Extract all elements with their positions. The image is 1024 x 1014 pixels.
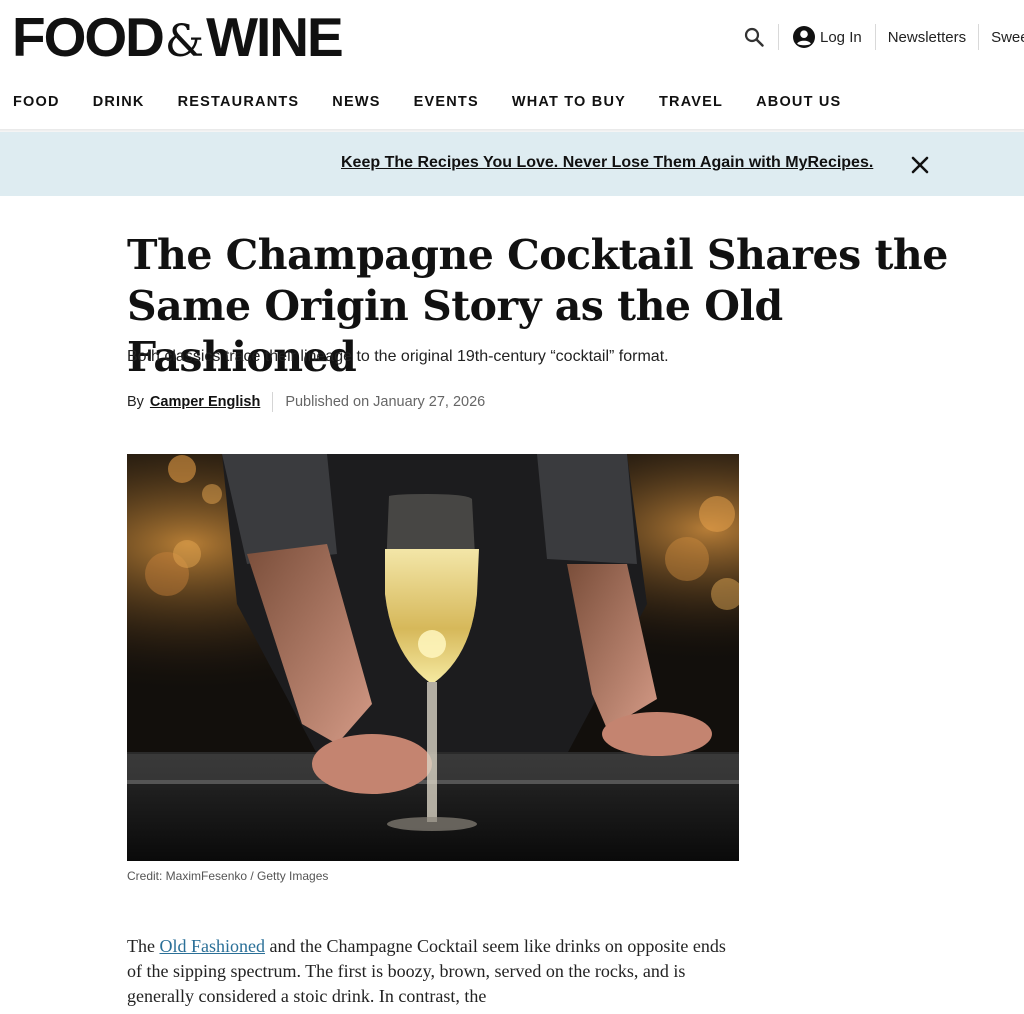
publish-date: Published on January 27, 2026 <box>285 394 486 410</box>
newsletters-link[interactable]: Newsletters <box>876 29 978 46</box>
champagne-glass-illustration <box>127 454 739 861</box>
nav-item-what-to-buy[interactable]: WHAT TO BUY <box>512 94 626 110</box>
nav-item-food[interactable]: FOOD <box>13 94 60 110</box>
body-text-start: The <box>127 936 160 956</box>
divider <box>272 392 274 412</box>
logo-wine: WINE <box>206 6 344 68</box>
promo-banner-link[interactable]: Keep The Recipes You Love. Never Lose Th… <box>341 154 873 172</box>
nav-item-events[interactable]: EVENTS <box>414 94 479 110</box>
site-header: FOOD&WINE Log In Newsletters Swee <box>0 0 1024 72</box>
utility-bar: Log In Newsletters Swee <box>740 22 1024 52</box>
logo-ampersand: & <box>164 16 205 67</box>
close-icon[interactable] <box>908 153 932 177</box>
old-fashioned-link[interactable]: Old Fashioned <box>159 936 265 956</box>
logo-food: FOOD <box>12 6 165 68</box>
search-icon[interactable] <box>740 23 768 51</box>
nav-item-about-us[interactable]: ABOUT US <box>756 94 841 110</box>
login-label: Log In <box>820 28 862 46</box>
article-dek: Both classics trace their lineage to the… <box>127 348 669 365</box>
hero-image <box>127 454 739 861</box>
article-body-paragraph: The Old Fashioned and the Champagne Cock… <box>127 934 739 1009</box>
byline-prefix: By <box>127 394 144 410</box>
image-credit: Credit: MaximFesenko / Getty Images <box>127 869 329 883</box>
byline: By Camper English Published on January 2… <box>127 391 485 413</box>
nav-item-travel[interactable]: TRAVEL <box>659 94 723 110</box>
sweepstakes-link[interactable]: Swee <box>979 29 1024 46</box>
account-circle-icon <box>793 26 815 48</box>
site-logo[interactable]: FOOD&WINE <box>12 6 344 73</box>
nav-item-drink[interactable]: DRINK <box>93 94 145 110</box>
author-link[interactable]: Camper English <box>150 394 260 410</box>
promo-banner: Keep The Recipes You Love. Never Lose Th… <box>0 132 1024 196</box>
main-nav: FOOD DRINK RESTAURANTS NEWS EVENTS WHAT … <box>0 88 1024 116</box>
login-button[interactable]: Log In <box>779 26 875 48</box>
nav-item-news[interactable]: NEWS <box>332 94 380 110</box>
nav-item-restaurants[interactable]: RESTAURANTS <box>178 94 300 110</box>
